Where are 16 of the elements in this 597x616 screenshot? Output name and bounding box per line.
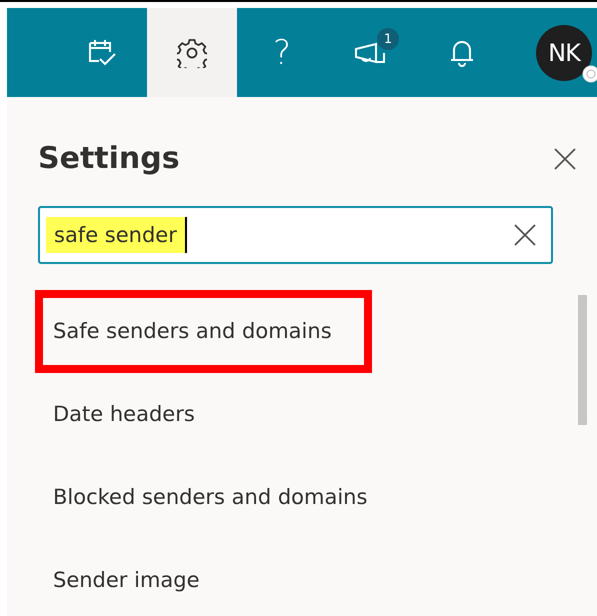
megaphone-button[interactable]: 1 — [327, 8, 417, 97]
search-result[interactable]: Blocked senders and domains — [35, 456, 408, 539]
search-result[interactable]: Sender image — [35, 539, 240, 616]
search-text: safe sender — [46, 217, 187, 253]
panel-title: Settings — [38, 141, 180, 176]
presence-icon — [582, 64, 597, 82]
scrollbar[interactable] — [578, 295, 587, 425]
settings-icon — [177, 38, 207, 68]
search-field[interactable]: safe sender — [38, 206, 553, 264]
notification-count: 1 — [377, 28, 399, 50]
help-button[interactable]: ? — [237, 8, 327, 97]
search-result[interactable]: Safe senders and domains — [35, 290, 372, 373]
bell-icon — [450, 38, 474, 66]
account-button[interactable]: NK — [507, 8, 597, 97]
search-result[interactable]: Date headers — [35, 373, 235, 456]
settings-button[interactable] — [147, 8, 237, 97]
